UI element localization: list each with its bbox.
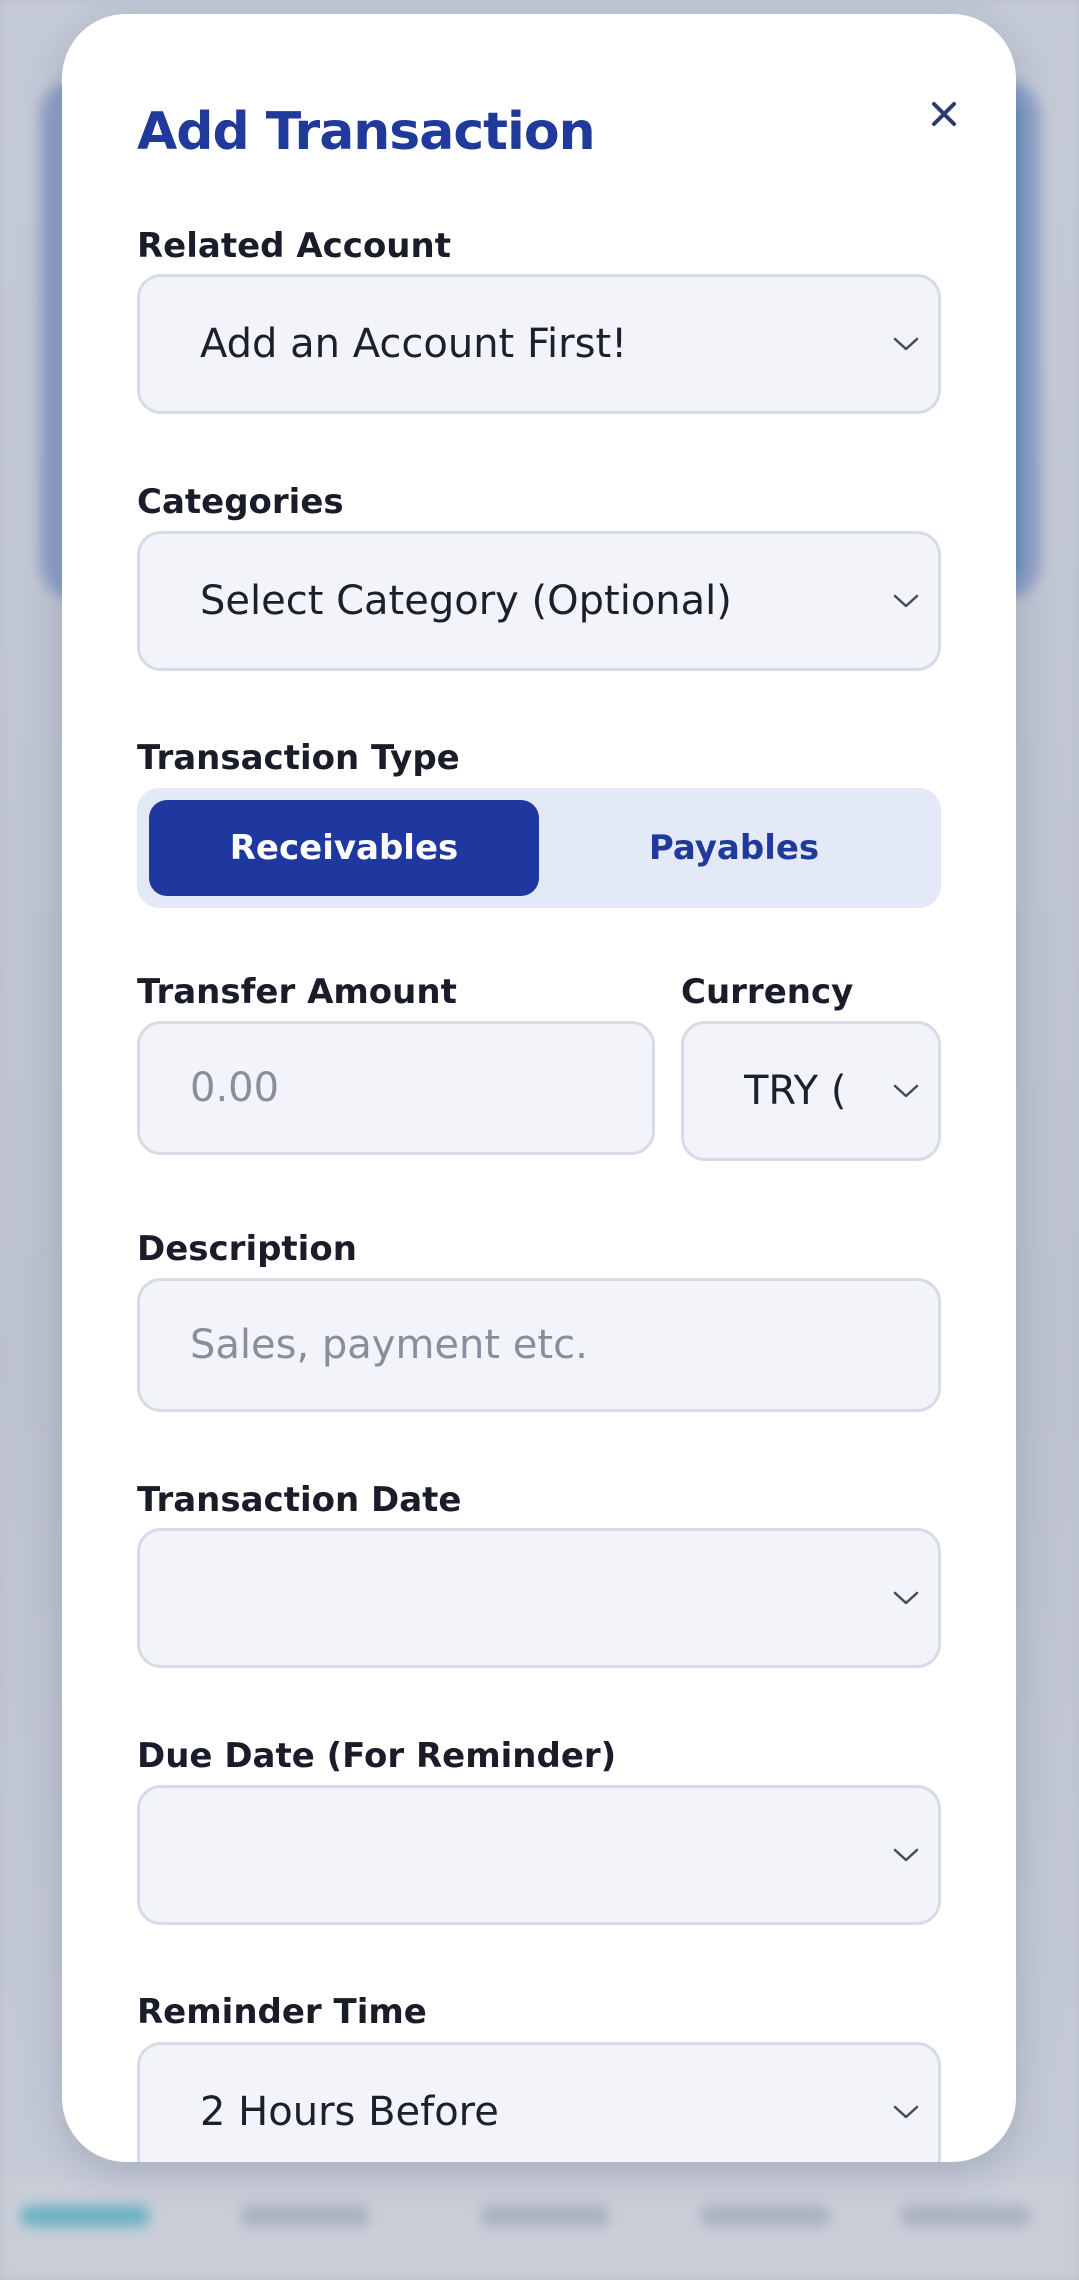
receivables-tab[interactable]: Receivables	[149, 800, 539, 896]
background-nav-item	[480, 2205, 610, 2227]
transaction-date-picker[interactable]	[137, 1528, 941, 1668]
due-date-picker[interactable]	[137, 1785, 941, 1925]
chevron-down-icon	[893, 1084, 919, 1098]
transaction-type-label: Transaction Type	[137, 738, 460, 778]
reminder-time-label: Reminder Time	[137, 1992, 427, 2032]
reminder-time-select[interactable]: 2 Hours Before	[137, 2042, 941, 2162]
transaction-type-toggle: Receivables Payables	[137, 788, 941, 908]
description-placeholder: Sales, payment etc.	[190, 1322, 588, 1368]
transfer-amount-placeholder: 0.00	[190, 1065, 280, 1111]
background-nav-item	[700, 2205, 830, 2227]
chevron-down-icon	[893, 337, 919, 351]
categories-select[interactable]: Select Category (Optional)	[137, 531, 941, 671]
modal-title: Add Transaction	[137, 102, 596, 162]
related-account-select[interactable]: Add an Account First!	[137, 274, 941, 414]
background-nav-item	[900, 2205, 1030, 2227]
currency-select[interactable]: TRY (	[681, 1021, 941, 1161]
chevron-down-icon	[893, 1591, 919, 1605]
currency-label: Currency	[681, 972, 854, 1012]
background-nav-item	[240, 2205, 370, 2227]
transaction-date-label: Transaction Date	[137, 1480, 462, 1520]
currency-value: TRY (	[744, 1068, 847, 1114]
due-date-label: Due Date (For Reminder)	[137, 1736, 617, 1776]
reminder-time-value: 2 Hours Before	[200, 2089, 499, 2135]
payables-tab[interactable]: Payables	[539, 800, 929, 896]
background-bottom-nav	[0, 2180, 1079, 2280]
chevron-down-icon	[893, 594, 919, 608]
related-account-label: Related Account	[137, 226, 451, 266]
related-account-value: Add an Account First!	[200, 321, 628, 367]
add-transaction-modal: Add Transaction Related Account Add an A…	[62, 14, 1016, 2162]
description-label: Description	[137, 1229, 357, 1269]
description-input[interactable]: Sales, payment etc.	[137, 1278, 941, 1412]
close-icon	[932, 102, 956, 126]
transfer-amount-label: Transfer Amount	[137, 972, 457, 1012]
categories-label: Categories	[137, 482, 344, 522]
close-button[interactable]	[922, 92, 966, 136]
categories-value: Select Category (Optional)	[200, 578, 732, 624]
chevron-down-icon	[893, 1848, 919, 1862]
background-nav-item	[20, 2205, 150, 2227]
transfer-amount-input[interactable]: 0.00	[137, 1021, 655, 1155]
chevron-down-icon	[893, 2105, 919, 2119]
